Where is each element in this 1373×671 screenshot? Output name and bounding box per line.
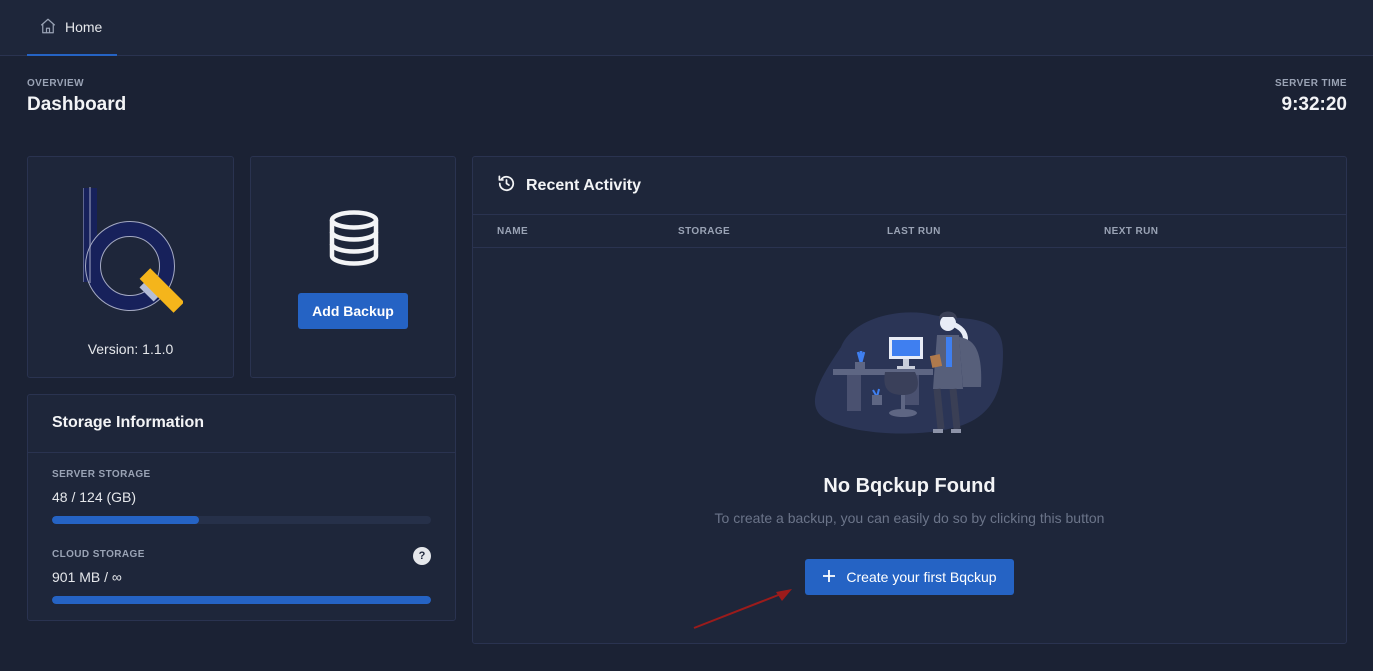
- add-backup-card: Add Backup: [250, 156, 456, 378]
- cloud-storage-bar: [52, 596, 431, 604]
- empty-state-illustration: [814, 311, 1003, 434]
- version-text: Version: 1.1.0: [87, 341, 174, 357]
- cloud-storage: CLOUD STORAGE ? 901 MB / ∞: [52, 547, 431, 604]
- annotation-arrow: [693, 589, 792, 629]
- server-storage-label: SERVER STORAGE: [52, 469, 151, 480]
- help-icon[interactable]: ?: [413, 547, 431, 565]
- add-backup-button[interactable]: Add Backup: [298, 293, 408, 329]
- server-time-value: 9:32:20: [1281, 94, 1348, 115]
- server-time: SERVER TIME 9:32:20: [1275, 78, 1347, 116]
- page-header: OVERVIEW Dashboard: [27, 78, 126, 116]
- history-icon: [497, 174, 516, 198]
- bqckup-logo: [83, 187, 183, 313]
- server-storage-bar: [52, 516, 431, 524]
- plus-icon: [822, 569, 836, 586]
- storage-info-card: Storage Information SERVER STORAGE 48 / …: [27, 394, 456, 621]
- empty-state-title: No Bqckup Found: [823, 475, 996, 497]
- cloud-storage-label: CLOUD STORAGE: [52, 549, 145, 560]
- server-storage-amount: 48 / 124 (GB): [52, 489, 137, 505]
- cloud-storage-bar-fill: [52, 596, 431, 604]
- recent-activity-header: Recent Activity: [473, 157, 1346, 215]
- create-first-backup-button[interactable]: Create your first Bqckup: [805, 559, 1014, 595]
- top-nav-bar: Home: [0, 0, 1373, 56]
- page-overline: OVERVIEW: [27, 78, 84, 89]
- tab-home-label: Home: [65, 19, 103, 35]
- logo-card: Version: 1.1.0: [27, 156, 234, 378]
- database-icon: [328, 210, 380, 271]
- server-storage-bar-fill: [52, 516, 199, 524]
- recent-activity-title: Recent Activity: [526, 176, 641, 194]
- server-time-label: SERVER TIME: [1274, 78, 1347, 89]
- column-name: NAME: [497, 226, 529, 237]
- create-first-backup-label: Create your first Bqckup: [846, 569, 997, 585]
- home-icon: [39, 17, 57, 38]
- column-storage: STORAGE: [678, 226, 731, 237]
- column-next-run: NEXT RUN: [1104, 226, 1159, 237]
- cloud-storage-amount: 901 MB / ∞: [52, 569, 122, 585]
- activity-table-header: NAME STORAGE LAST RUN NEXT RUN: [473, 215, 1346, 248]
- recent-activity-card: Recent Activity NAME STORAGE LAST RUN NE…: [472, 156, 1347, 644]
- server-storage: SERVER STORAGE 48 / 124 (GB): [52, 469, 431, 524]
- column-last-run: LAST RUN: [887, 226, 941, 237]
- tab-home[interactable]: Home: [27, 0, 117, 56]
- storage-title: Storage Information: [28, 395, 455, 453]
- empty-state-description: To create a backup, you can easily do so…: [714, 510, 1105, 526]
- page-title: Dashboard: [27, 94, 127, 115]
